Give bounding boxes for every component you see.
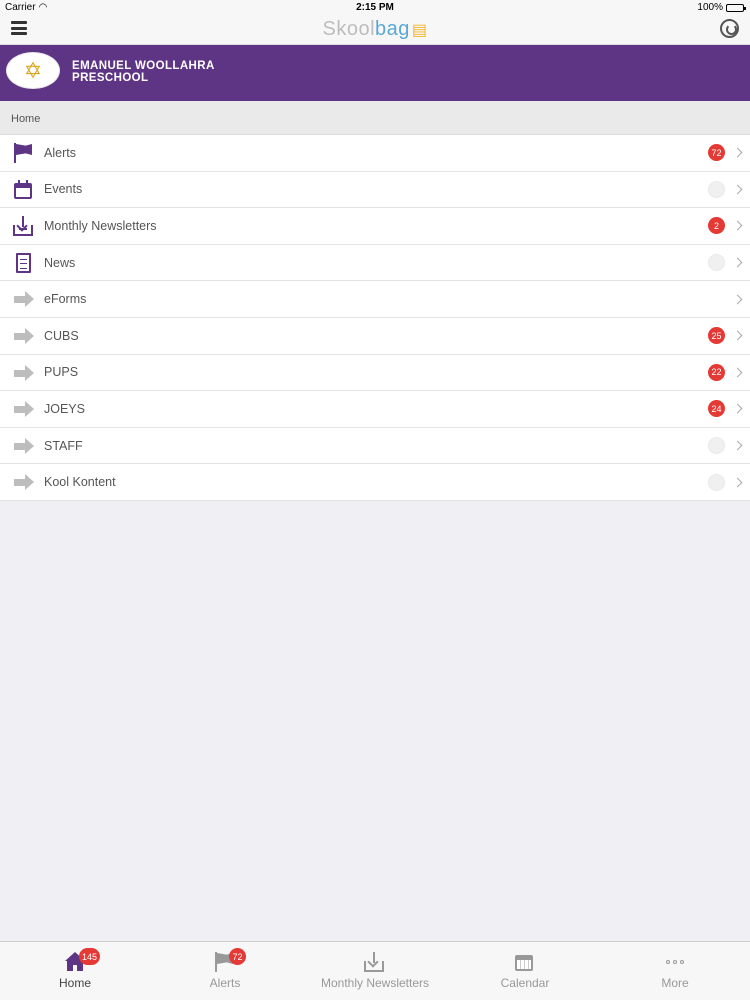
chevron-right-icon [732, 440, 743, 451]
chevron-right-icon [732, 147, 743, 158]
list-item-label: Events [44, 182, 83, 197]
chevron-right-icon [732, 257, 743, 268]
flag-icon [13, 143, 35, 163]
count-badge: 24 [708, 400, 725, 418]
count-badge: 22 [708, 363, 725, 381]
count-badge: 25 [708, 327, 725, 345]
nav-bar: Skoolbag ▤ [0, 16, 750, 45]
logo-text-bag: bag [375, 18, 410, 40]
battery-label: 100% [697, 2, 723, 13]
tab-more[interactable]: More [600, 942, 750, 1000]
school-name-line2: PRESCHOOL [72, 72, 149, 84]
tab-calendar[interactable]: Calendar [450, 942, 600, 1000]
tab-monthly-newsletters[interactable]: Monthly Newsletters [300, 942, 450, 1000]
count-badge [708, 180, 725, 198]
tab-bar: 145 Home 72 Alerts Monthly Newsletters C… [0, 941, 750, 1000]
battery-icon [726, 3, 746, 12]
list-item-cubs[interactable]: CUBS 25 [0, 318, 750, 355]
list-item-pups[interactable]: PUPS 22 [0, 355, 750, 392]
list-item-news[interactable]: News [0, 245, 750, 282]
tab-alerts[interactable]: 72 Alerts [150, 942, 300, 1000]
battery-indicator: 100% [697, 2, 746, 13]
tab-badge: 72 [229, 948, 246, 965]
school-logo: ✡ [6, 52, 60, 89]
chevron-right-icon [732, 330, 743, 341]
document-icon [13, 252, 35, 273]
logo-text-skool: Skool [322, 18, 376, 40]
list-item-label: Monthly Newsletters [44, 218, 157, 233]
list-item-events[interactable]: Events [0, 172, 750, 209]
arrow-right-icon [13, 436, 35, 456]
status-time: 2:15 PM [356, 2, 394, 13]
count-badge: 72 [708, 144, 725, 162]
chevron-right-icon [732, 367, 743, 378]
count-badge [708, 473, 725, 491]
list-item-label: eForms [44, 292, 87, 307]
list-item-label: Alerts [44, 145, 76, 160]
list-item-label: Kool Kontent [44, 475, 116, 490]
list-item-staff[interactable]: STAFF [0, 428, 750, 465]
chevron-right-icon [732, 184, 743, 195]
inbox-download-icon [13, 216, 35, 237]
chevron-right-icon [732, 294, 743, 305]
tab-label: Calendar [500, 976, 550, 990]
count-badge [708, 254, 725, 272]
arrow-right-icon [13, 363, 35, 383]
chevron-right-icon [732, 477, 743, 488]
school-header: ✡ EMANUEL WOOLLAHRA PRESCHOOL [0, 45, 750, 101]
list-item-label: PUPS [44, 365, 79, 380]
school-name: EMANUEL WOOLLAHRA PRESCHOOL [72, 60, 215, 84]
skoolbag-logo: Skoolbag ▤ [0, 16, 750, 44]
bag-icon: ▤ [411, 22, 428, 39]
list-item-eforms[interactable]: eForms [0, 281, 750, 318]
arrow-right-icon [13, 326, 35, 346]
list-item-joeys[interactable]: JOEYS 24 [0, 391, 750, 428]
calendar-icon [514, 952, 536, 972]
count-badge [708, 437, 725, 455]
arrow-right-icon [13, 472, 35, 492]
status-bar: Carrier ◠ 2:15 PM 100% [0, 0, 750, 16]
chevron-right-icon [732, 221, 743, 231]
list-item-kool-kontent[interactable]: Kool Kontent [0, 464, 750, 501]
chevron-right-icon [732, 404, 743, 414]
list-item-label: JOEYS [44, 401, 85, 416]
count-badge: 2 [708, 217, 725, 235]
more-dots-icon [664, 952, 686, 972]
sync-icon[interactable] [720, 19, 739, 38]
tab-home[interactable]: 145 Home [0, 942, 150, 1000]
school-name-line1: EMANUEL WOOLLAHRA [72, 60, 215, 72]
tab-label: Monthly Newsletters [320, 976, 430, 990]
list-item-monthly-newsletters[interactable]: Monthly Newsletters 2 [0, 208, 750, 245]
tab-badge: 145 [79, 948, 101, 965]
arrow-right-icon [13, 399, 35, 419]
tab-label: Alerts [209, 976, 241, 990]
list-item-label: STAFF [44, 438, 83, 453]
list-item-label: CUBS [44, 328, 79, 343]
inbox-download-icon [364, 952, 386, 972]
calendar-icon [13, 179, 35, 200]
list-item-label: News [44, 255, 76, 270]
list-item-alerts[interactable]: Alerts 72 [0, 135, 750, 172]
breadcrumb: Home [0, 101, 750, 134]
tab-label: Home [58, 976, 91, 990]
menu-list: Alerts 72 Events Monthly Newsletters 2 N… [0, 134, 750, 501]
arrow-right-icon [13, 289, 35, 309]
tab-label: More [661, 976, 689, 990]
